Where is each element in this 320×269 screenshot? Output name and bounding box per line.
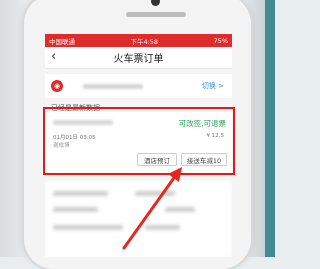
- earpiece-speaker: [126, 12, 186, 17]
- battery-level: 75%: [213, 36, 228, 45]
- status-bar: 中国联通 下午4:58 75%: [45, 34, 232, 47]
- page-title: 火车票订单: [113, 54, 164, 65]
- blurred-line: [145, 225, 180, 230]
- blurred-line: [135, 191, 175, 196]
- order-card-blurred: [45, 181, 232, 257]
- account-name-blurred: [83, 83, 143, 89]
- blurred-line: [53, 207, 98, 212]
- nav-bar: ‹ 火车票订单: [45, 47, 232, 69]
- blurred-line: [165, 207, 195, 212]
- blurred-line: [53, 191, 108, 196]
- switch-account-link[interactable]: 切换 >: [202, 81, 224, 91]
- background-edge: [265, 0, 275, 257]
- chevron-left-icon[interactable]: ‹: [51, 49, 56, 64]
- carrier-label: 中国联通: [49, 37, 75, 46]
- train-logo-icon: ◉: [51, 80, 63, 92]
- blurred-line: [53, 225, 123, 230]
- highlight-box: [43, 107, 235, 175]
- front-camera: [151, 0, 160, 6]
- clock: 下午4:58: [130, 37, 159, 46]
- account-row: ◉ 切换 >: [45, 74, 232, 98]
